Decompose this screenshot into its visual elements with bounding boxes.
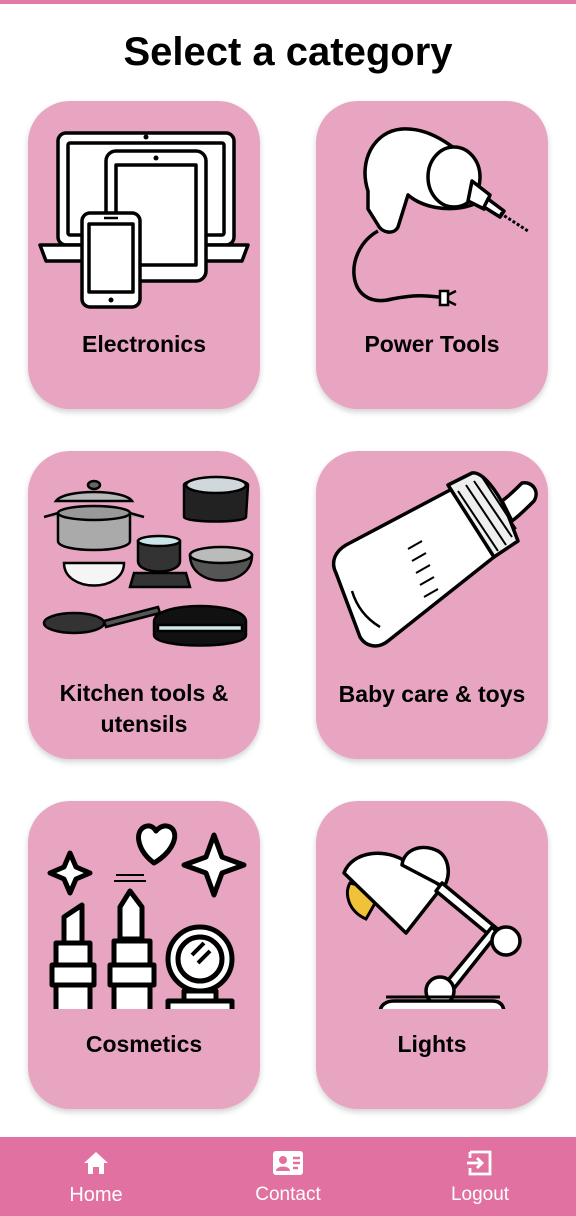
baby-bottle-icon xyxy=(331,471,538,648)
desk-lamp-icon xyxy=(342,845,522,1009)
category-label: Power Tools xyxy=(364,331,500,357)
nav-label: Logout xyxy=(450,1184,510,1205)
category-card-cosmetics[interactable]: Cosmetics xyxy=(28,801,260,1109)
cosmetics-lipstick-mirror-icon xyxy=(47,823,247,1009)
category-card-power-tools[interactable]: Power Tools xyxy=(316,101,548,409)
category-card-baby-care[interactable]: Baby care & toys xyxy=(316,451,548,759)
home-icon xyxy=(84,1152,108,1174)
category-label: Lights xyxy=(397,1031,467,1057)
category-label: Kitchen tools & utensils xyxy=(59,680,229,737)
power-drill-icon xyxy=(352,127,529,307)
category-label: Baby care & toys xyxy=(338,681,526,707)
nav-contact[interactable]: Contact xyxy=(192,1137,384,1216)
electronics-devices-icon xyxy=(38,131,250,309)
bottom-nav-bar: Home Contact Logout xyxy=(0,1137,576,1216)
nav-label: Home xyxy=(69,1184,123,1206)
logout-icon xyxy=(467,1150,492,1176)
nav-home[interactable]: Home xyxy=(0,1137,192,1216)
category-label: Electronics xyxy=(82,331,206,357)
nav-logout[interactable]: Logout xyxy=(384,1137,576,1216)
top-accent-line xyxy=(0,0,576,4)
kitchen-cookware-icon xyxy=(42,475,254,647)
contact-card-icon xyxy=(273,1151,303,1175)
category-label: Cosmetics xyxy=(85,1031,203,1057)
nav-label: Contact xyxy=(255,1184,321,1205)
category-card-lights[interactable]: Lights xyxy=(316,801,548,1109)
category-card-kitchen-tools[interactable]: Kitchen tools & utensils xyxy=(28,451,260,759)
page-title: Select a category xyxy=(123,30,453,74)
category-card-electronics[interactable]: Electronics xyxy=(28,101,260,409)
